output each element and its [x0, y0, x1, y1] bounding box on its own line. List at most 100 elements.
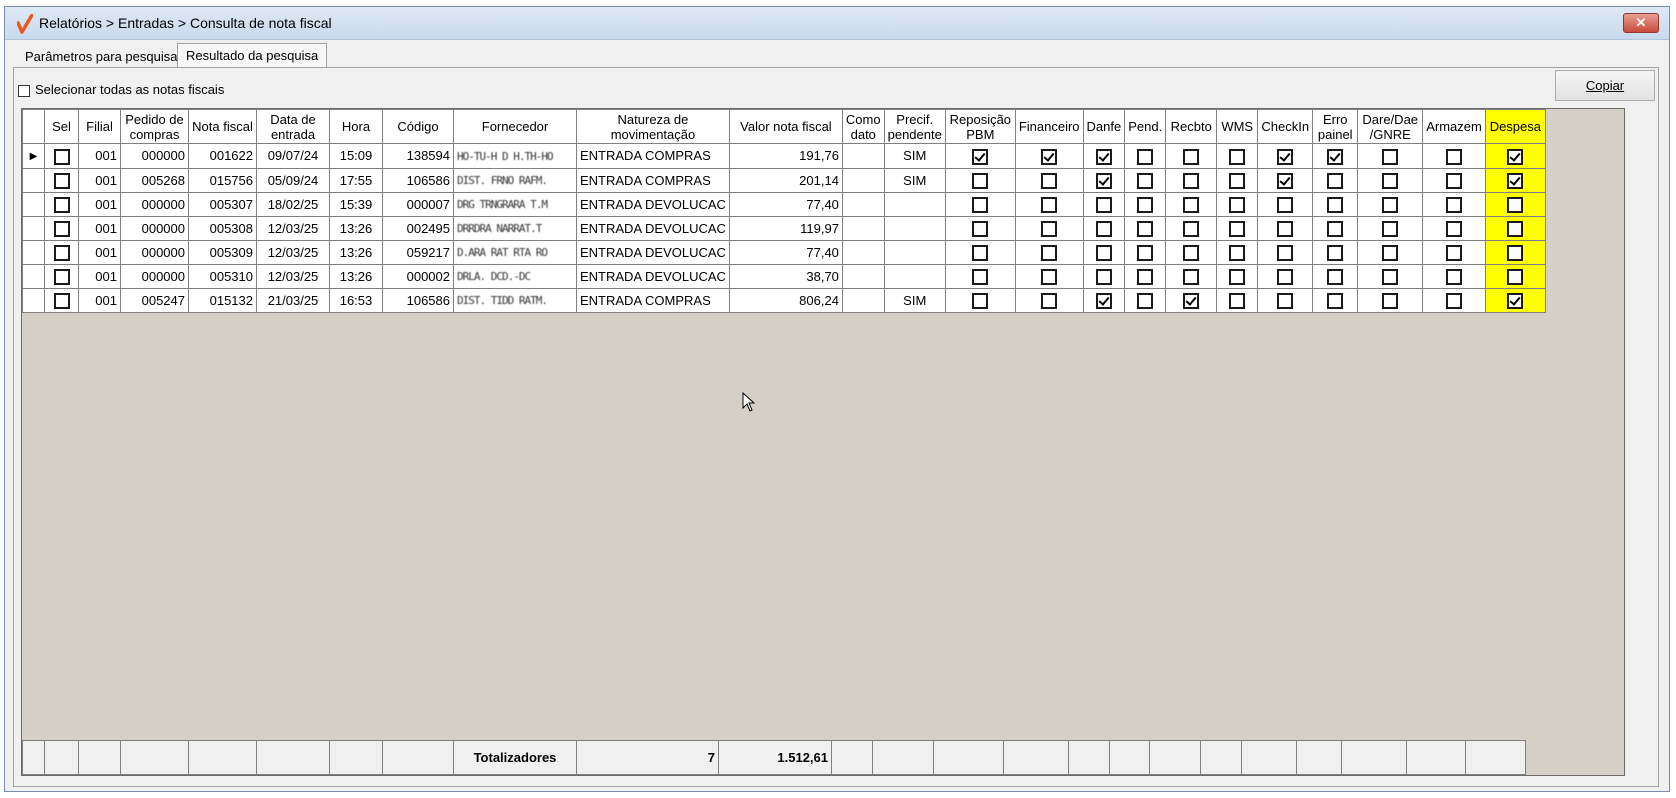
title-bar[interactable]: Relatórios > Entradas > Consulta de nota…: [5, 7, 1669, 40]
danfe-checkbox[interactable]: [1095, 245, 1112, 262]
erro-painel-checkbox[interactable]: [1327, 173, 1344, 190]
pend-checkbox[interactable]: [1137, 148, 1154, 165]
checkin-checkbox[interactable]: [1277, 269, 1294, 286]
header-natureza[interactable]: Natureza de movimentação: [576, 109, 730, 144]
pend-checkbox[interactable]: [1137, 269, 1154, 286]
sel-checkbox[interactable]: [53, 269, 70, 286]
recbto-checkbox[interactable]: [1183, 148, 1200, 165]
erro-painel-checkbox[interactable]: [1327, 148, 1344, 165]
erro-painel-checkbox[interactable]: [1327, 197, 1344, 214]
wms-checkbox[interactable]: [1229, 197, 1246, 214]
pend-checkbox[interactable]: [1137, 173, 1154, 190]
erro-painel-checkbox[interactable]: [1327, 293, 1344, 310]
danfe-checkbox[interactable]: [1095, 221, 1112, 238]
table-row[interactable]: 001 000000 005310 12/03/25 13:26 000002 DRLA. …: [22, 264, 1546, 289]
financeiro-checkbox[interactable]: [1041, 173, 1058, 190]
sel-checkbox[interactable]: [53, 221, 70, 238]
recbto-checkbox[interactable]: [1183, 173, 1200, 190]
copy-button[interactable]: Copiar: [1555, 70, 1655, 101]
header-reposicao[interactable]: Reposição PBM: [944, 109, 1016, 144]
despesa-checkbox[interactable]: [1507, 245, 1524, 262]
financeiro-checkbox[interactable]: [1041, 269, 1058, 286]
dare-checkbox[interactable]: [1382, 269, 1399, 286]
select-all-row[interactable]: Selecionar todas as notas fiscais: [18, 82, 224, 97]
header-hora[interactable]: Hora: [329, 109, 383, 144]
checkin-checkbox[interactable]: [1277, 197, 1294, 214]
header-sel[interactable]: Sel: [44, 109, 79, 144]
header-recbto[interactable]: Recbto: [1165, 109, 1218, 144]
header-precif[interactable]: Precif. pendente: [883, 109, 946, 144]
header-financeiro[interactable]: Financeiro: [1014, 109, 1084, 144]
reposicao-checkbox[interactable]: [972, 293, 989, 310]
danfe-checkbox[interactable]: [1095, 293, 1112, 310]
reposicao-checkbox[interactable]: [972, 173, 989, 190]
reposicao-checkbox[interactable]: [972, 269, 989, 286]
wms-checkbox[interactable]: [1229, 148, 1246, 165]
despesa-checkbox[interactable]: [1507, 221, 1524, 238]
recbto-checkbox[interactable]: [1183, 293, 1200, 310]
financeiro-checkbox[interactable]: [1041, 293, 1058, 310]
table-row[interactable]: 001 005247 015132 21/03/25 16:53 106586 DIST. …: [22, 288, 1546, 313]
reposicao-checkbox[interactable]: [972, 221, 989, 238]
tab-parametros[interactable]: Parâmetros para pesquisa: [17, 47, 185, 67]
financeiro-checkbox[interactable]: [1041, 221, 1058, 238]
despesa-checkbox[interactable]: [1507, 148, 1524, 165]
header-dare[interactable]: Dare/Dae /GNRE: [1357, 109, 1424, 144]
reposicao-checkbox[interactable]: [972, 148, 989, 165]
dare-checkbox[interactable]: [1382, 173, 1399, 190]
wms-checkbox[interactable]: [1229, 293, 1246, 310]
table-row[interactable]: 001 000000 005308 12/03/25 13:26 002495 DRRDRA…: [22, 216, 1546, 241]
recbto-checkbox[interactable]: [1183, 221, 1200, 238]
reposicao-checkbox[interactable]: [972, 245, 989, 262]
dare-checkbox[interactable]: [1382, 148, 1399, 165]
select-all-checkbox[interactable]: [18, 84, 30, 97]
header-nota[interactable]: Nota fiscal: [188, 109, 257, 144]
erro-painel-checkbox[interactable]: [1327, 245, 1344, 262]
table-row[interactable]: 001 000000 005309 12/03/25 13:26 059217 D.ARA …: [22, 240, 1546, 265]
sel-checkbox[interactable]: [53, 148, 70, 165]
armazem-checkbox[interactable]: [1446, 148, 1463, 165]
financeiro-checkbox[interactable]: [1041, 148, 1058, 165]
pend-checkbox[interactable]: [1137, 197, 1154, 214]
header-pend[interactable]: Pend.: [1124, 109, 1167, 144]
header-armazem[interactable]: Armazem: [1422, 109, 1486, 144]
header-checkin[interactable]: CheckIn: [1257, 109, 1314, 144]
dare-checkbox[interactable]: [1382, 221, 1399, 238]
table-row[interactable]: 001 000000 005307 18/02/25 15:39 000007 DRG TR…: [22, 192, 1546, 217]
danfe-checkbox[interactable]: [1095, 197, 1112, 214]
header-filial[interactable]: Filial: [78, 109, 121, 144]
financeiro-checkbox[interactable]: [1041, 245, 1058, 262]
results-grid[interactable]: Sel Filial Pedido de compras Nota fiscal…: [21, 108, 1625, 776]
header-erro-painel[interactable]: Erro painel: [1312, 109, 1359, 144]
header-fornecedor[interactable]: Fornecedor: [453, 109, 577, 144]
reposicao-checkbox[interactable]: [972, 197, 989, 214]
recbto-checkbox[interactable]: [1183, 197, 1200, 214]
wms-checkbox[interactable]: [1229, 269, 1246, 286]
wms-checkbox[interactable]: [1229, 221, 1246, 238]
despesa-checkbox[interactable]: [1507, 269, 1524, 286]
header-pedido[interactable]: Pedido de compras: [120, 109, 189, 144]
table-row[interactable]: ▶ 001 000000 001622 09/07/24 15:09 138594 HO-TU…: [22, 143, 1546, 169]
header-valor[interactable]: Valor nota fiscal: [728, 109, 843, 144]
armazem-checkbox[interactable]: [1446, 221, 1463, 238]
pend-checkbox[interactable]: [1137, 245, 1154, 262]
dare-checkbox[interactable]: [1382, 293, 1399, 310]
sel-checkbox[interactable]: [53, 197, 70, 214]
checkin-checkbox[interactable]: [1277, 293, 1294, 310]
header-wms[interactable]: WMS: [1216, 109, 1259, 144]
header-despesa[interactable]: Despesa: [1484, 109, 1546, 144]
pend-checkbox[interactable]: [1137, 221, 1154, 238]
armazem-checkbox[interactable]: [1446, 269, 1463, 286]
armazem-checkbox[interactable]: [1446, 293, 1463, 310]
despesa-checkbox[interactable]: [1507, 173, 1524, 190]
financeiro-checkbox[interactable]: [1041, 197, 1058, 214]
table-row[interactable]: 001 005268 015756 05/09/24 17:55 106586 DIST. …: [22, 168, 1546, 193]
dare-checkbox[interactable]: [1382, 245, 1399, 262]
header-como-dato[interactable]: Como dato: [841, 109, 885, 144]
wms-checkbox[interactable]: [1229, 245, 1246, 262]
despesa-checkbox[interactable]: [1507, 197, 1524, 214]
sel-checkbox[interactable]: [53, 173, 70, 190]
dare-checkbox[interactable]: [1382, 197, 1399, 214]
header-data[interactable]: Data de entrada: [256, 109, 330, 144]
despesa-checkbox[interactable]: [1507, 293, 1524, 310]
